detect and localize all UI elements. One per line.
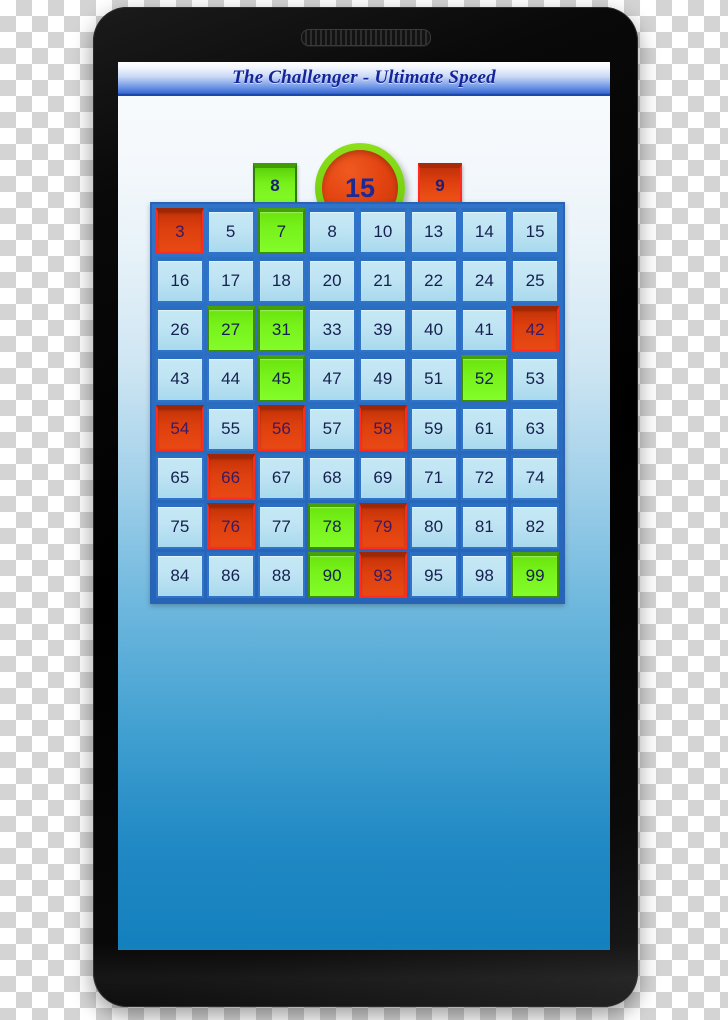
grid-cell[interactable]: 13 xyxy=(409,208,458,255)
grid-cell[interactable]: 90 xyxy=(308,551,356,598)
grid-cell[interactable]: 39 xyxy=(359,306,407,353)
grid-cell[interactable]: 84 xyxy=(156,551,204,598)
grid-cell[interactable]: 44 xyxy=(206,355,255,402)
grid-cell[interactable]: 75 xyxy=(156,502,204,549)
grid-cell[interactable]: 54 xyxy=(156,404,204,451)
grid-cell[interactable]: 41 xyxy=(460,306,509,353)
grid-cell[interactable]: 86 xyxy=(206,551,255,598)
grid-cell[interactable]: 65 xyxy=(156,453,204,500)
grid-cell[interactable]: 40 xyxy=(409,306,458,353)
grid-cell[interactable]: 68 xyxy=(308,453,356,500)
grid-cell[interactable]: 63 xyxy=(511,404,559,451)
grid-cell[interactable]: 16 xyxy=(156,257,204,304)
grid-cell[interactable]: 58 xyxy=(359,404,407,451)
scoreboard: 8 15 9 xyxy=(118,96,610,233)
grid-cell[interactable]: 88 xyxy=(257,551,306,598)
grid-cell[interactable]: 76 xyxy=(206,502,255,549)
grid-cell[interactable]: 77 xyxy=(257,502,306,549)
grid-cell[interactable]: 55 xyxy=(206,404,255,451)
earpiece-speaker-icon xyxy=(300,29,431,46)
grid-cell[interactable]: 67 xyxy=(257,453,306,500)
grid-cell[interactable]: 43 xyxy=(156,355,204,402)
grid-cell[interactable]: 27 xyxy=(206,306,255,353)
phone-screen: The Challenger - Ultimate Speed 8 15 9 3… xyxy=(118,62,610,950)
grid-cell[interactable]: 57 xyxy=(308,404,356,451)
grid-cell[interactable]: 8 xyxy=(308,208,356,255)
grid-cell[interactable]: 98 xyxy=(460,551,509,598)
grid-cell[interactable]: 95 xyxy=(409,551,458,598)
grid-cell[interactable]: 3 xyxy=(156,208,204,255)
app-title-bar: The Challenger - Ultimate Speed xyxy=(118,62,610,96)
grid-cell[interactable]: 53 xyxy=(511,355,559,402)
grid-cell[interactable]: 20 xyxy=(308,257,356,304)
number-grid: 3 5 7 8 10 13 14 15 16 17 18 20 21 22 24 25 26 27 31 33 39 40… xyxy=(150,202,565,604)
grid-cell[interactable]: 66 xyxy=(206,453,255,500)
grid-cell[interactable]: 17 xyxy=(206,257,255,304)
grid-cell[interactable]: 18 xyxy=(257,257,306,304)
right-score-box[interactable]: 9 xyxy=(418,163,462,205)
grid-cell[interactable]: 82 xyxy=(511,502,559,549)
grid-cell[interactable]: 71 xyxy=(409,453,458,500)
grid-cell[interactable]: 81 xyxy=(460,502,509,549)
page-title: The Challenger - Ultimate Speed xyxy=(232,67,496,88)
grid-cell[interactable]: 42 xyxy=(511,306,559,353)
grid-cell[interactable]: 79 xyxy=(359,502,407,549)
grid-cell[interactable]: 99 xyxy=(511,551,559,598)
grid-cell[interactable]: 61 xyxy=(460,404,509,451)
grid-cell[interactable]: 52 xyxy=(460,355,509,402)
grid-cell[interactable]: 69 xyxy=(359,453,407,500)
grid-cell[interactable]: 72 xyxy=(460,453,509,500)
grid-cell[interactable]: 59 xyxy=(409,404,458,451)
grid-cell[interactable]: 21 xyxy=(359,257,407,304)
grid-cell[interactable]: 5 xyxy=(206,208,255,255)
grid-cell[interactable]: 93 xyxy=(359,551,407,598)
grid-cell[interactable]: 31 xyxy=(257,306,306,353)
grid-cell[interactable]: 80 xyxy=(409,502,458,549)
grid-cell[interactable]: 33 xyxy=(308,306,356,353)
grid-cell[interactable]: 45 xyxy=(257,355,306,402)
grid-cell[interactable]: 47 xyxy=(308,355,356,402)
grid-cell[interactable]: 49 xyxy=(359,355,407,402)
grid-cell[interactable]: 56 xyxy=(257,404,306,451)
grid-cell[interactable]: 22 xyxy=(409,257,458,304)
left-score-box[interactable]: 8 xyxy=(253,163,297,205)
grid-cell[interactable]: 51 xyxy=(409,355,458,402)
grid-cell[interactable]: 78 xyxy=(308,502,356,549)
grid-cell[interactable]: 10 xyxy=(359,208,407,255)
grid-cell[interactable]: 26 xyxy=(156,306,204,353)
grid-cell[interactable]: 7 xyxy=(257,208,306,255)
grid-cell[interactable]: 74 xyxy=(511,453,559,500)
grid-cell[interactable]: 15 xyxy=(511,208,559,255)
grid-cell[interactable]: 14 xyxy=(460,208,509,255)
grid-cell[interactable]: 25 xyxy=(511,257,559,304)
grid-cell[interactable]: 24 xyxy=(460,257,509,304)
phone-device-frame: The Challenger - Ultimate Speed 8 15 9 3… xyxy=(93,7,638,1007)
